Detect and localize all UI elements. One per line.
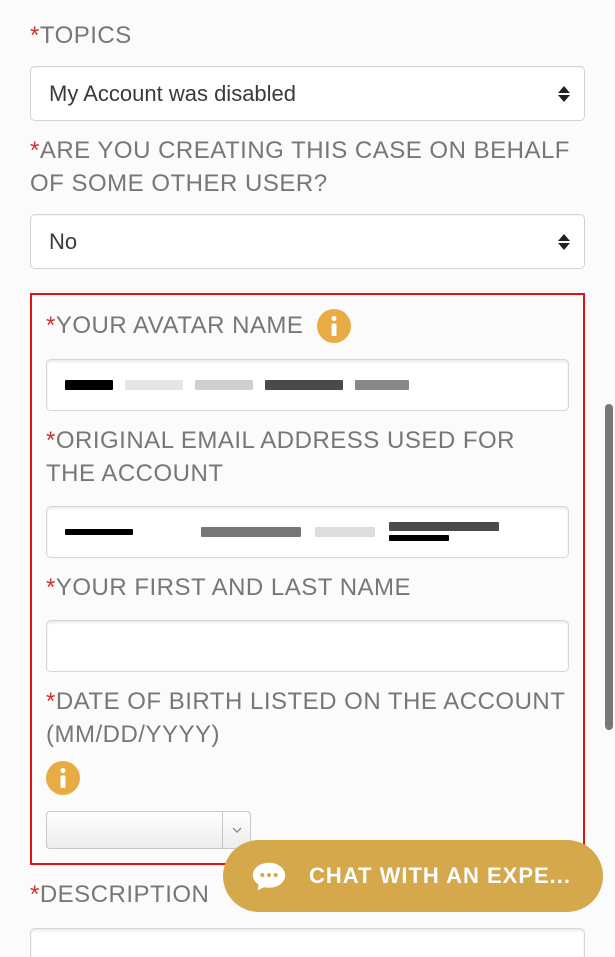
input-full-name[interactable] — [46, 620, 569, 672]
label-topics: *TOPICS — [30, 20, 585, 52]
date-picker-dob[interactable] — [46, 811, 251, 849]
select-topics[interactable]: My Account was disabled — [30, 66, 585, 121]
input-avatar-name[interactable] — [46, 359, 569, 411]
field-full-name: *YOUR FIRST AND LAST NAME — [46, 572, 569, 672]
label-fullname: *YOUR FIRST AND LAST NAME — [46, 572, 569, 604]
field-behalf: *ARE YOU CREATING THIS CASE ON BEHALF OF… — [30, 135, 585, 269]
input-description[interactable] — [30, 928, 585, 957]
select-behalf-value: No — [49, 229, 77, 255]
label-avatar: *YOUR AVATAR NAME — [46, 310, 303, 342]
label-email: *ORIGINAL EMAIL ADDRESS USED FOR THE ACC… — [46, 425, 569, 490]
field-original-email: *ORIGINAL EMAIL ADDRESS USED FOR THE ACC… — [46, 425, 569, 558]
field-dob: *DATE OF BIRTH LISTED ON THE ACCOUNT (MM… — [46, 686, 569, 849]
chat-label: CHAT WITH AN EXPE... — [309, 863, 571, 889]
info-icon[interactable] — [317, 309, 351, 343]
highlighted-section: *YOUR AVATAR NAME *ORIGINAL EMAIL ADDRES… — [30, 293, 585, 865]
spinner-icon — [558, 215, 570, 268]
scrollbar-thumb[interactable] — [605, 404, 613, 730]
input-original-email[interactable] — [46, 506, 569, 558]
select-topics-value: My Account was disabled — [49, 81, 296, 107]
info-icon[interactable] — [46, 761, 80, 795]
label-behalf: *ARE YOU CREATING THIS CASE ON BEHALF OF… — [30, 135, 585, 200]
field-topics: *TOPICS My Account was disabled — [30, 20, 585, 121]
select-behalf[interactable]: No — [30, 214, 585, 269]
field-avatar-name: *YOUR AVATAR NAME — [46, 309, 569, 411]
label-dob: *DATE OF BIRTH LISTED ON THE ACCOUNT (MM… — [46, 686, 569, 751]
spinner-icon — [558, 67, 570, 120]
chat-button[interactable]: CHAT WITH AN EXPE... — [223, 840, 603, 912]
chat-icon — [249, 856, 289, 896]
